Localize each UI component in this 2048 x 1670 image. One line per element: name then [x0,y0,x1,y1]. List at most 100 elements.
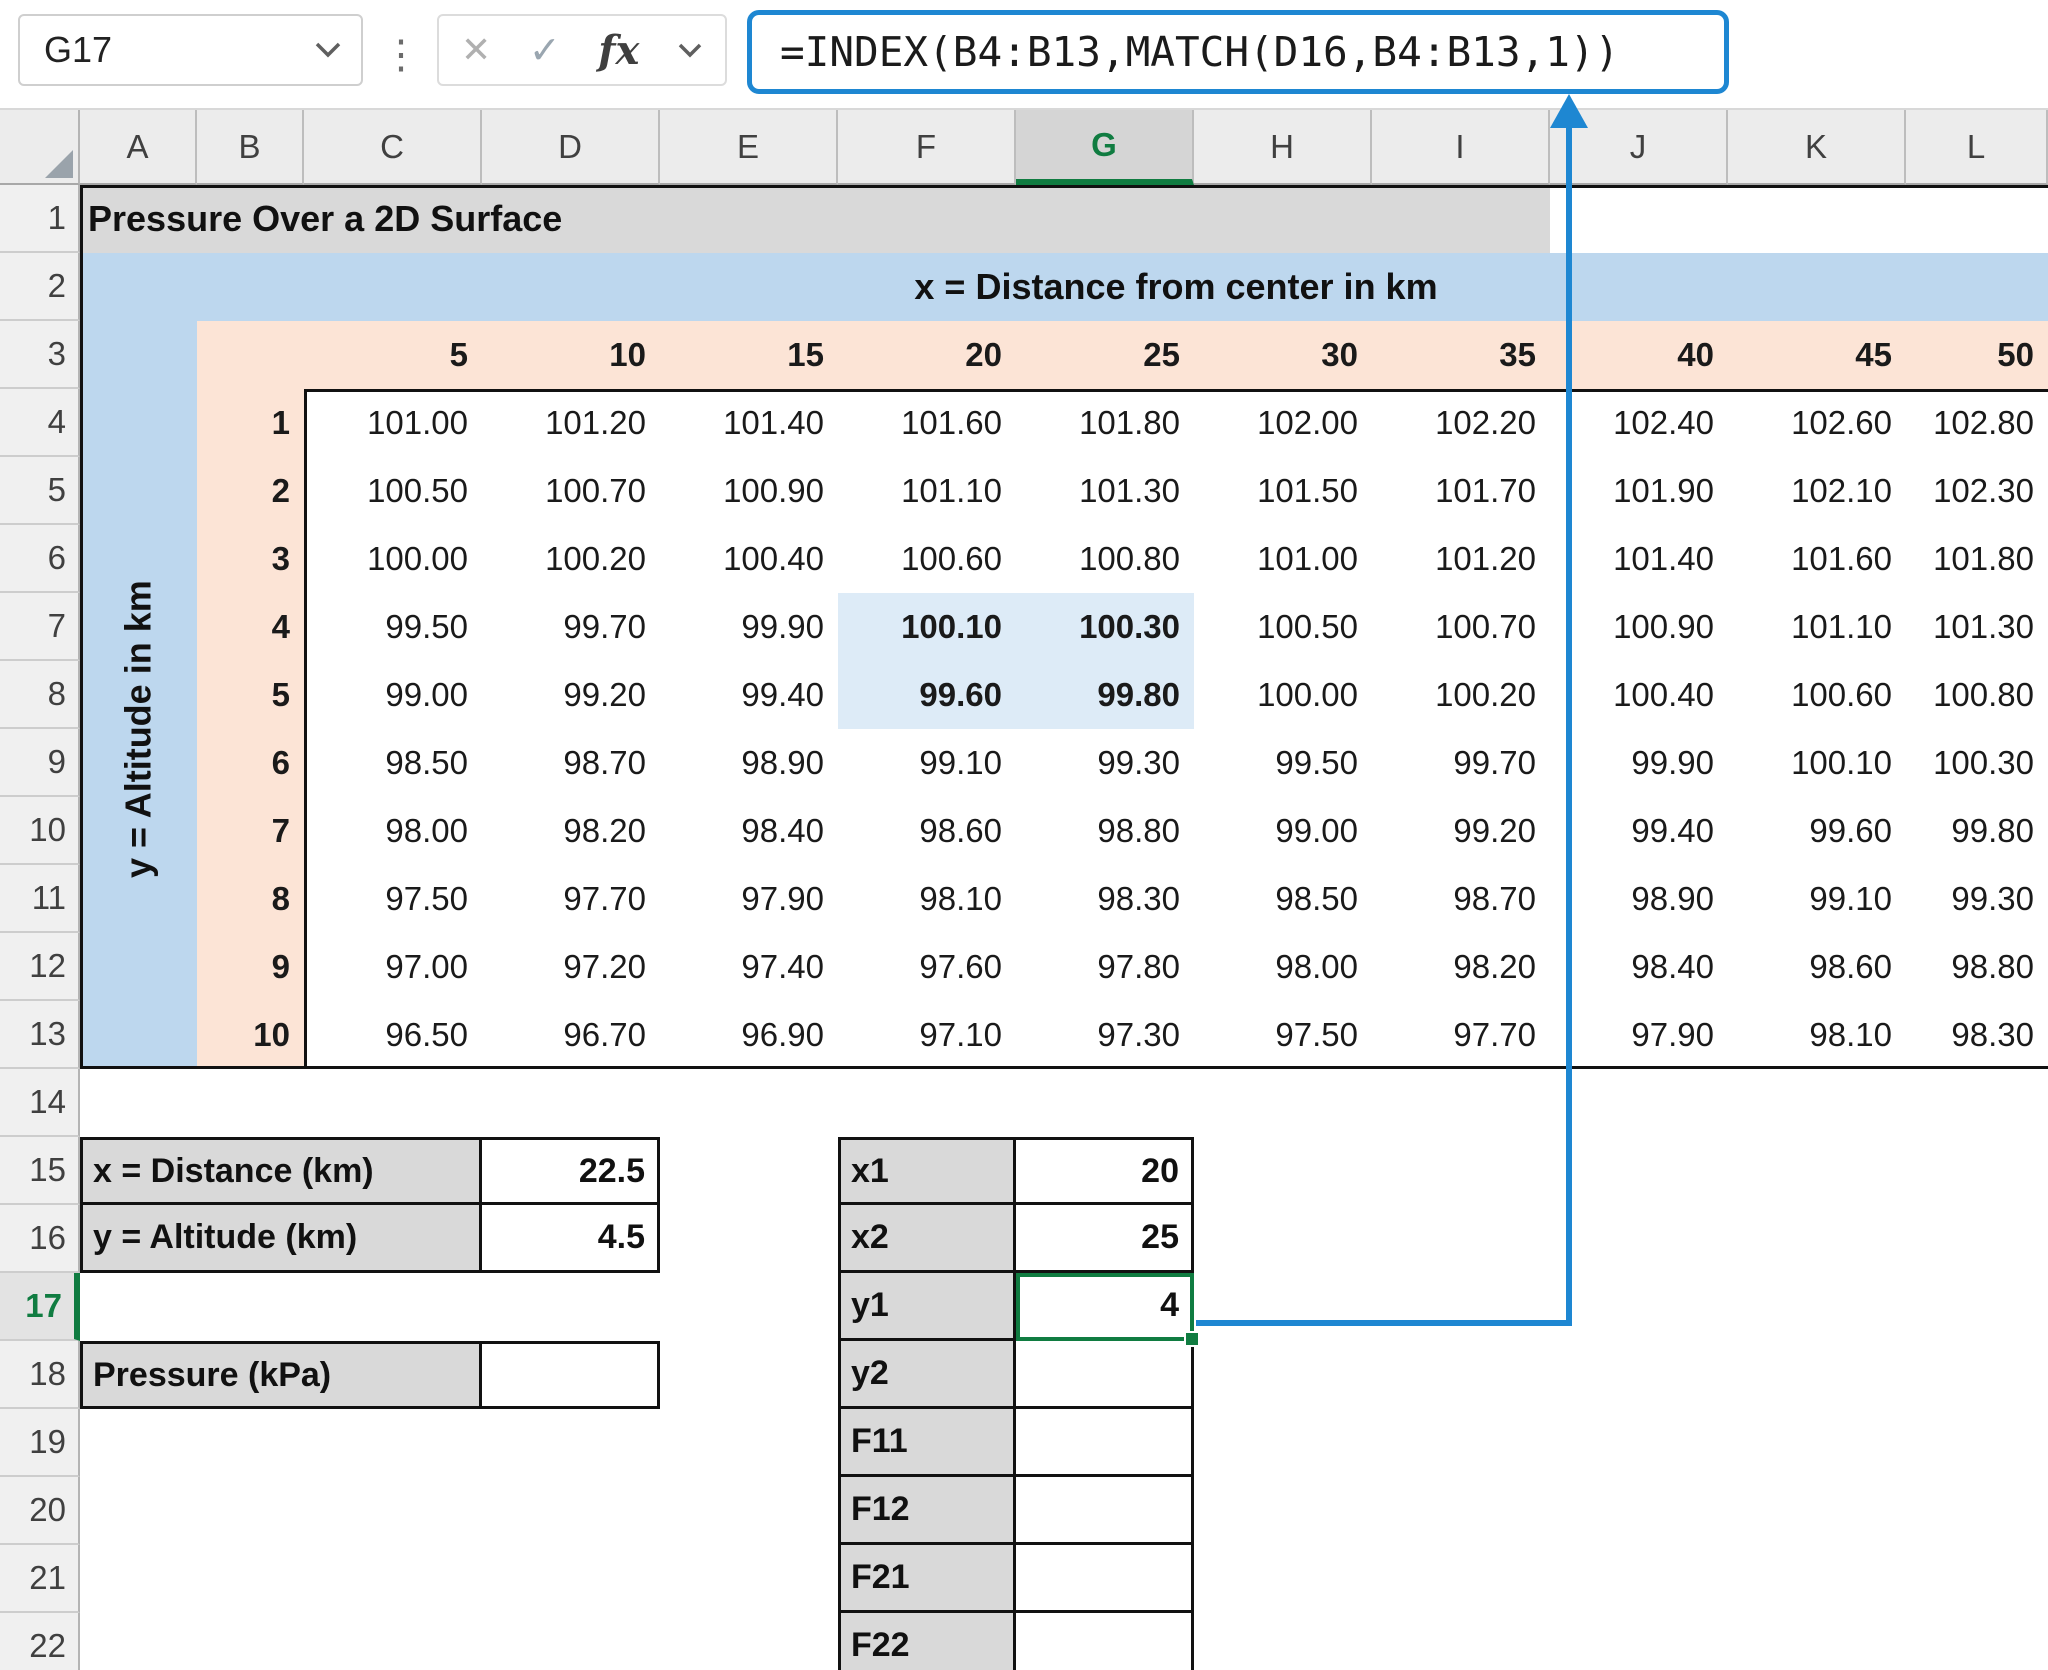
cell-D8[interactable]: 99.20 [482,661,660,729]
row-header-16[interactable]: 16 [0,1205,80,1273]
cell-E9[interactable]: 98.90 [660,729,838,797]
cell-G3[interactable]: 25 [1016,321,1194,389]
coef-label-F22[interactable]: F22 [838,1613,1016,1670]
select-all-button[interactable] [0,110,80,185]
y-axis-band[interactable] [80,253,197,1069]
row-header-14[interactable]: 14 [0,1069,80,1137]
cell-C12[interactable]: 97.00 [304,933,482,1001]
cell-H11[interactable]: 98.50 [1194,865,1372,933]
cell-I7[interactable]: 100.70 [1372,593,1550,661]
cell-J12[interactable]: 98.40 [1550,933,1728,1001]
cell-J10[interactable]: 99.40 [1550,797,1728,865]
cell-H8[interactable]: 100.00 [1194,661,1372,729]
cell-H13[interactable]: 97.50 [1194,1001,1372,1069]
cell-F9[interactable]: 99.10 [838,729,1016,797]
cell-G13[interactable]: 97.30 [1016,1001,1194,1069]
cell-H6[interactable]: 101.00 [1194,525,1372,593]
column-header-I[interactable]: I [1372,110,1550,185]
cell-D5[interactable]: 100.70 [482,457,660,525]
cell-E4[interactable]: 101.40 [660,389,838,457]
cell-G7[interactable]: 100.30 [1016,593,1194,661]
cell-I5[interactable]: 101.70 [1372,457,1550,525]
output-label[interactable]: Pressure (kPa) [80,1341,482,1409]
cell-F10[interactable]: 98.60 [838,797,1016,865]
cell-J11[interactable]: 98.90 [1550,865,1728,933]
column-header-E[interactable]: E [660,110,838,185]
cell-F5[interactable]: 101.10 [838,457,1016,525]
cell-K11[interactable]: 99.10 [1728,865,1906,933]
cell-F6[interactable]: 100.60 [838,525,1016,593]
cell-D4[interactable]: 101.20 [482,389,660,457]
cell-G8[interactable]: 99.80 [1016,661,1194,729]
row-header-21[interactable]: 21 [0,1545,80,1613]
row-header-19[interactable]: 19 [0,1409,80,1477]
cell-I6[interactable]: 101.20 [1372,525,1550,593]
column-header-F[interactable]: F [838,110,1016,185]
cell-B8[interactable]: 5 [197,661,304,729]
row-header-11[interactable]: 11 [0,865,80,933]
cell-H10[interactable]: 99.00 [1194,797,1372,865]
cell-H7[interactable]: 100.50 [1194,593,1372,661]
cell-E7[interactable]: 99.90 [660,593,838,661]
fill-handle[interactable] [1184,1331,1200,1347]
coef-label-F11[interactable]: F11 [838,1409,1016,1477]
column-header-K[interactable]: K [1728,110,1906,185]
cell-I11[interactable]: 98.70 [1372,865,1550,933]
cell-E5[interactable]: 100.90 [660,457,838,525]
row-header-13[interactable]: 13 [0,1001,80,1069]
cell-J9[interactable]: 99.90 [1550,729,1728,797]
formula-input[interactable]: =INDEX(B4:B13,MATCH(D16,B4:B13,1)) [747,10,1729,94]
coef-value-F11[interactable] [1016,1409,1194,1477]
cell-C4[interactable]: 101.00 [304,389,482,457]
coef-label-F21[interactable]: F21 [838,1545,1016,1613]
enter-icon[interactable]: ✓ [529,28,561,73]
cell-L10[interactable]: 99.80 [1906,797,2048,865]
cell-B13[interactable]: 10 [197,1001,304,1069]
cell-J6[interactable]: 101.40 [1550,525,1728,593]
row-header-9[interactable]: 9 [0,729,80,797]
cell-J5[interactable]: 101.90 [1550,457,1728,525]
cell-D3[interactable]: 10 [482,321,660,389]
cell-I13[interactable]: 97.70 [1372,1001,1550,1069]
column-header-L[interactable]: L [1906,110,2048,185]
input-value-2[interactable]: 4.5 [482,1205,660,1273]
coef-value-x2[interactable]: 25 [1016,1205,1194,1273]
cell-J7[interactable]: 100.90 [1550,593,1728,661]
row-header-5[interactable]: 5 [0,457,80,525]
column-header-H[interactable]: H [1194,110,1372,185]
cell-C3[interactable]: 5 [304,321,482,389]
row-header-17[interactable]: 17 [0,1273,80,1341]
cell-E3[interactable]: 15 [660,321,838,389]
cell-L9[interactable]: 100.30 [1906,729,2048,797]
coef-label-F12[interactable]: F12 [838,1477,1016,1545]
cell-K3[interactable]: 45 [1728,321,1906,389]
cell-I10[interactable]: 99.20 [1372,797,1550,865]
column-header-D[interactable]: D [482,110,660,185]
cell-D7[interactable]: 99.70 [482,593,660,661]
cell-F12[interactable]: 97.60 [838,933,1016,1001]
cell-C9[interactable]: 98.50 [304,729,482,797]
input-label-1[interactable]: x = Distance (km) [80,1137,482,1205]
cell-L13[interactable]: 98.30 [1906,1001,2048,1069]
cell-D10[interactable]: 98.20 [482,797,660,865]
cell-D12[interactable]: 97.20 [482,933,660,1001]
cell-I12[interactable]: 98.20 [1372,933,1550,1001]
cell-G12[interactable]: 97.80 [1016,933,1194,1001]
cell-K12[interactable]: 98.60 [1728,933,1906,1001]
cell-E13[interactable]: 96.90 [660,1001,838,1069]
cell-F13[interactable]: 97.10 [838,1001,1016,1069]
input-value-1[interactable]: 22.5 [482,1137,660,1205]
cell-K5[interactable]: 102.10 [1728,457,1906,525]
cell-J3[interactable]: 40 [1550,321,1728,389]
cell-K7[interactable]: 101.10 [1728,593,1906,661]
cell-E11[interactable]: 97.90 [660,865,838,933]
column-header-A[interactable]: A [80,110,197,185]
coef-label-x1[interactable]: x1 [838,1137,1016,1205]
cell-J8[interactable]: 100.40 [1550,661,1728,729]
row-header-7[interactable]: 7 [0,593,80,661]
column-header-B[interactable]: B [197,110,304,185]
cell-F11[interactable]: 98.10 [838,865,1016,933]
cell-G5[interactable]: 101.30 [1016,457,1194,525]
cell-F3[interactable]: 20 [838,321,1016,389]
cell-B12[interactable]: 9 [197,933,304,1001]
